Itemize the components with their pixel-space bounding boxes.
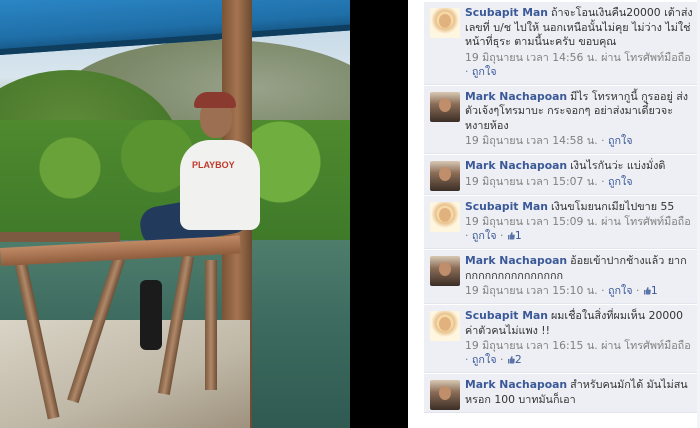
comment-timestamp[interactable]: 19 มิถุนายน เวลา 15:09 น. — [465, 215, 598, 228]
comment-meta: 19 มิถุนายน เวลา 16:15 น. ผ่าน โทรศัพท์ม… — [465, 339, 691, 366]
like-link[interactable]: ถูกใจ — [608, 175, 633, 188]
comment-item: Scubapit Man ถ้าจะโอนเงินคืน20000 เต้าส่ง… — [424, 2, 700, 85]
comment-body: เงินไรกันว่ะ แบ่งมั่งดิ — [570, 159, 666, 172]
like-link[interactable]: ถูกใจ — [608, 134, 633, 147]
comment-via: ผ่าน โทรศัพท์มือถือ — [601, 50, 691, 64]
comment-text: Mark Nachapoan อ้อยเข้าปากช้างแล้ว ยากกกก… — [465, 254, 696, 283]
thumbs-up-icon — [507, 354, 515, 364]
comment-item: Scubapit Man เงินขโมยนกเมียไปขาย 55 19 มิ… — [424, 195, 700, 249]
comment-item: Scubapit Man ผมเชื่อในสิ่งที่ผมเห็น 20000… — [424, 305, 700, 373]
avatar[interactable] — [430, 256, 460, 286]
comment-via: ผ่าน โทรศัพท์มือถือ — [601, 339, 691, 352]
avatar-face — [439, 386, 451, 400]
photo-viewer-gap — [350, 0, 408, 428]
thumbs-up-icon — [643, 285, 651, 295]
avatar[interactable] — [430, 380, 460, 410]
comment-author-link[interactable]: Scubapit Man — [465, 200, 548, 213]
comment-meta: 19 มิถุนายน เวลา 14:56 น. ผ่าน โทรศัพท์ม… — [465, 50, 691, 78]
person-boot — [140, 280, 162, 350]
comment-list: Scubapit Man ถ้าจะโอนเงินคืน20000 เต้าส่ง… — [424, 2, 700, 414]
like-link[interactable]: ถูกใจ — [472, 353, 497, 366]
like-count-number: 2 — [514, 353, 522, 366]
comment-author-link[interactable]: Mark Nachapoan — [465, 254, 567, 267]
comment-text: Scubapit Man เงินขโมยนกเมียไปขาย 55 — [465, 200, 696, 215]
comment-text: Mark Nachapoan มีไร โทรหากูนี้ กูรออยู่ ส… — [465, 90, 696, 134]
like-count[interactable]: 1 — [507, 229, 522, 242]
comment-author-link[interactable]: Mark Nachapoan — [465, 159, 567, 172]
comment-text: Scubapit Man ถ้าจะโอนเงินคืน20000 เต้าส่ง… — [465, 6, 696, 50]
shared-photo[interactable]: PLAYBOY — [0, 0, 350, 428]
avatar-face — [439, 14, 451, 28]
avatar[interactable] — [430, 91, 460, 122]
comment-meta: 19 มิถุนายน เวลา 15:09 น. ผ่าน โทรศัพท์ม… — [465, 215, 691, 242]
comment-meta: 19 มิถุนายน เวลา 14:58 น. · ถูกใจ — [465, 134, 633, 147]
like-count-number: 1 — [514, 229, 522, 242]
comment-author-link[interactable]: Mark Nachapoan — [465, 90, 567, 103]
comment-author-link[interactable]: Scubapit Man — [465, 6, 548, 19]
person-shirt: PLAYBOY — [180, 140, 260, 230]
comment-timestamp[interactable]: 19 มิถุนายน เวลา 14:58 น. — [465, 134, 598, 147]
comment-text: Mark Nachapoan เงินไรกันว่ะ แบ่งมั่งดิ — [465, 159, 696, 174]
avatar[interactable] — [430, 311, 460, 341]
thumbs-up-icon — [507, 230, 515, 240]
like-count-number: 1 — [650, 284, 658, 297]
like-link[interactable]: ถูกใจ — [472, 65, 497, 78]
avatar[interactable] — [430, 201, 460, 232]
comment-item: Mark Nachapoan สำหรับคนมักได้ มันไม่สนหรอ… — [424, 374, 700, 413]
avatar-face — [439, 207, 451, 222]
comment-timestamp[interactable]: 19 มิถุนายน เวลา 14:56 น. — [465, 51, 598, 64]
comment-timestamp[interactable]: 19 มิถุนายน เวลา 16:15 น. — [465, 339, 598, 352]
comment-author-link[interactable]: Mark Nachapoan — [465, 378, 567, 391]
comment-timestamp[interactable]: 19 มิถุนายน เวลา 15:10 น. — [465, 284, 598, 297]
shirt-logo-text: PLAYBOY — [192, 160, 235, 170]
comment-author-link[interactable]: Scubapit Man — [465, 309, 548, 322]
comment-item: Mark Nachapoan เงินไรกันว่ะ แบ่งมั่งดิ 19… — [424, 155, 700, 195]
railing-lower — [0, 232, 120, 242]
comments-panel: Scubapit Man ถ้าจะโอนเงินคืน20000 เต้าส่ง… — [408, 0, 700, 428]
like-count[interactable]: 2 — [507, 353, 522, 366]
comment-text: Scubapit Man ผมเชื่อในสิ่งที่ผมเห็น 20000… — [465, 309, 696, 338]
like-link[interactable]: ถูกใจ — [472, 229, 497, 242]
avatar[interactable] — [430, 8, 460, 38]
comment-timestamp[interactable]: 19 มิถุนายน เวลา 15:07 น. — [465, 175, 598, 188]
comment-meta: 19 มิถุนายน เวลา 15:10 น. · ถูกใจ · 1 — [465, 284, 658, 297]
comment-via: ผ่าน โทรศัพท์มือถือ — [601, 215, 691, 228]
like-link[interactable]: ถูกใจ — [608, 284, 633, 297]
avatar-face — [439, 97, 451, 112]
person-cap — [194, 92, 236, 108]
avatar[interactable] — [430, 161, 460, 191]
railing-post — [205, 260, 217, 390]
comment-meta: 19 มิถุนายน เวลา 15:07 น. · ถูกใจ — [465, 174, 633, 188]
comment-body: เงินขโมยนกเมียไปขาย 55 — [550, 199, 675, 213]
like-count[interactable]: 1 — [643, 284, 658, 297]
comment-text: Mark Nachapoan สำหรับคนมักได้ มันไม่สนหรอ… — [465, 378, 696, 407]
avatar-face — [439, 262, 451, 276]
comment-item: Mark Nachapoan อ้อยเข้าปากช้างแล้ว ยากกกก… — [424, 250, 700, 304]
avatar-face — [439, 167, 451, 181]
avatar-face — [439, 317, 451, 331]
comment-item: Mark Nachapoan มีไร โทรหากูนี้ กูรออยู่ ส… — [424, 85, 700, 154]
